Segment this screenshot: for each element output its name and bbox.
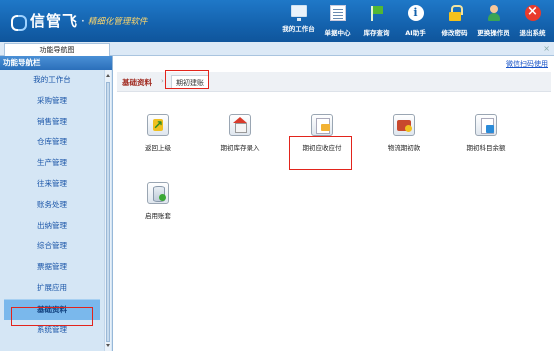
nav-label: 单据中心 (324, 29, 351, 37)
tile-label: 期初库存录入 (220, 144, 260, 152)
sidebar-item-warehouse[interactable]: 仓库管理 (4, 132, 100, 153)
sidebar-item-general[interactable]: 综合管理 (4, 236, 100, 257)
flag-icon (369, 5, 385, 21)
sidebar-item-invoices[interactable]: 票据管理 (4, 257, 100, 278)
tile-opening-account-balance[interactable]: 期初科目余额 (454, 114, 518, 162)
sidebar-item-accounts[interactable]: 往来管理 (4, 174, 100, 195)
sidebar-title: 功能导航栏 (0, 56, 112, 70)
main-panel: 基础资料 › 期初建账 返回上级 期初库存录入 期初应收应付 物流期初款 期初科… (114, 70, 554, 351)
database-enable-icon (147, 182, 169, 204)
logo-mark-icon (10, 13, 27, 31)
tab-strip: 功能导航图 × (0, 42, 554, 56)
sidebar-item-extensions[interactable]: 扩展应用 (4, 278, 100, 299)
up-arrow-icon (147, 114, 169, 136)
tile-opening-stock[interactable]: 期初库存录入 (208, 114, 272, 162)
tile-label: 期初科目余额 (466, 144, 506, 152)
breadcrumb: 基础资料 › 期初建账 (117, 72, 551, 92)
sidebar-item-bookkeeping[interactable]: 账务处理 (4, 195, 100, 216)
brand-name: 信管飞 (30, 12, 79, 30)
nav-label: 更换操作员 (477, 29, 510, 37)
tab-function-navigation[interactable]: 功能导航图 (4, 43, 110, 56)
scroll-down-icon[interactable] (106, 344, 110, 347)
nav-switch-operator[interactable]: 更换操作员 (474, 3, 513, 40)
sidebar-menu: 我的工作台 采购管理 销售管理 仓库管理 生产管理 往来管理 账务处理 出纳管理… (0, 70, 104, 340)
breadcrumb-root[interactable]: 基础资料 (122, 77, 152, 88)
tile-go-back[interactable]: 返回上级 (126, 114, 190, 162)
house-icon (229, 114, 251, 136)
document-list-icon (329, 5, 346, 21)
tile-logistics-opening[interactable]: 物流期初款 (372, 114, 436, 162)
sidebar-item-purchasing[interactable]: 采购管理 (4, 91, 100, 112)
nav-label: 修改密码 (441, 29, 468, 37)
exit-icon (524, 4, 541, 21)
sidebar-item-production[interactable]: 生产管理 (4, 153, 100, 174)
sidebar-item-my-workbench[interactable]: 我的工作台 (4, 70, 100, 91)
tile-label: 启用账套 (145, 212, 171, 220)
account-sheet-icon (475, 114, 497, 136)
nav-label: 库存查询 (363, 29, 390, 37)
breadcrumb-current[interactable]: 期初建账 (171, 75, 209, 89)
tile-label: 返回上级 (145, 144, 171, 152)
brand-slogan: 精细化管理软件 (87, 16, 148, 27)
sidebar-item-basic-data[interactable]: 基础资料 (4, 298, 100, 320)
nav-stock-query[interactable]: 库存查询 (357, 3, 396, 40)
nav-label: AI助手 (405, 29, 426, 37)
nav-change-password[interactable]: 修改密码 (435, 3, 474, 40)
logistics-box-icon (393, 114, 415, 136)
top-navigation: 我的工作台 单据中心 库存查询 AI助手 修改密码 更换操作员 退出系统 (279, 3, 552, 40)
receivable-payable-icon (311, 114, 333, 136)
tile-enable-account-set[interactable]: 启用账套 (126, 182, 190, 230)
nav-label: 我的工作台 (282, 25, 315, 33)
user-icon (486, 5, 502, 21)
tile-label: 期初应收应付 (302, 144, 342, 152)
sidebar: 功能导航栏 我的工作台 采购管理 销售管理 仓库管理 生产管理 往来管理 账务处… (0, 56, 113, 351)
scroll-up-icon[interactable] (106, 74, 110, 77)
sidebar-scrollbar[interactable] (104, 70, 111, 351)
logo: 信管飞 · 精细化管理软件 (10, 10, 147, 31)
monitor-icon (290, 5, 307, 21)
tile-opening-receivable-payable[interactable]: 期初应收应付 (290, 114, 354, 162)
main-header-row: 微信扫码使用 (114, 56, 554, 70)
nav-document-center[interactable]: 单据中心 (318, 3, 357, 40)
nav-ai-assistant[interactable]: AI助手 (396, 3, 435, 40)
sidebar-item-system[interactable]: 系统管理 (4, 320, 100, 341)
nav-label: 退出系统 (519, 29, 546, 37)
wechat-scan-link[interactable]: 微信扫码使用 (506, 59, 548, 69)
close-icon[interactable]: × (543, 42, 550, 55)
breadcrumb-separator: › (161, 77, 164, 85)
sidebar-item-sales[interactable]: 销售管理 (4, 112, 100, 133)
tile-label: 物流期初款 (387, 144, 421, 152)
scrollbar-thumb[interactable] (106, 82, 110, 342)
nav-exit-system[interactable]: 退出系统 (513, 3, 552, 40)
info-icon (407, 5, 424, 21)
nav-my-workbench[interactable]: 我的工作台 (279, 3, 318, 40)
sidebar-item-cashier[interactable]: 出纳管理 (4, 216, 100, 237)
brand-separator: · (81, 13, 85, 28)
app-header: 信管飞 · 精细化管理软件 我的工作台 单据中心 库存查询 AI助手 修改密码 … (0, 0, 554, 42)
lock-icon (447, 5, 463, 21)
